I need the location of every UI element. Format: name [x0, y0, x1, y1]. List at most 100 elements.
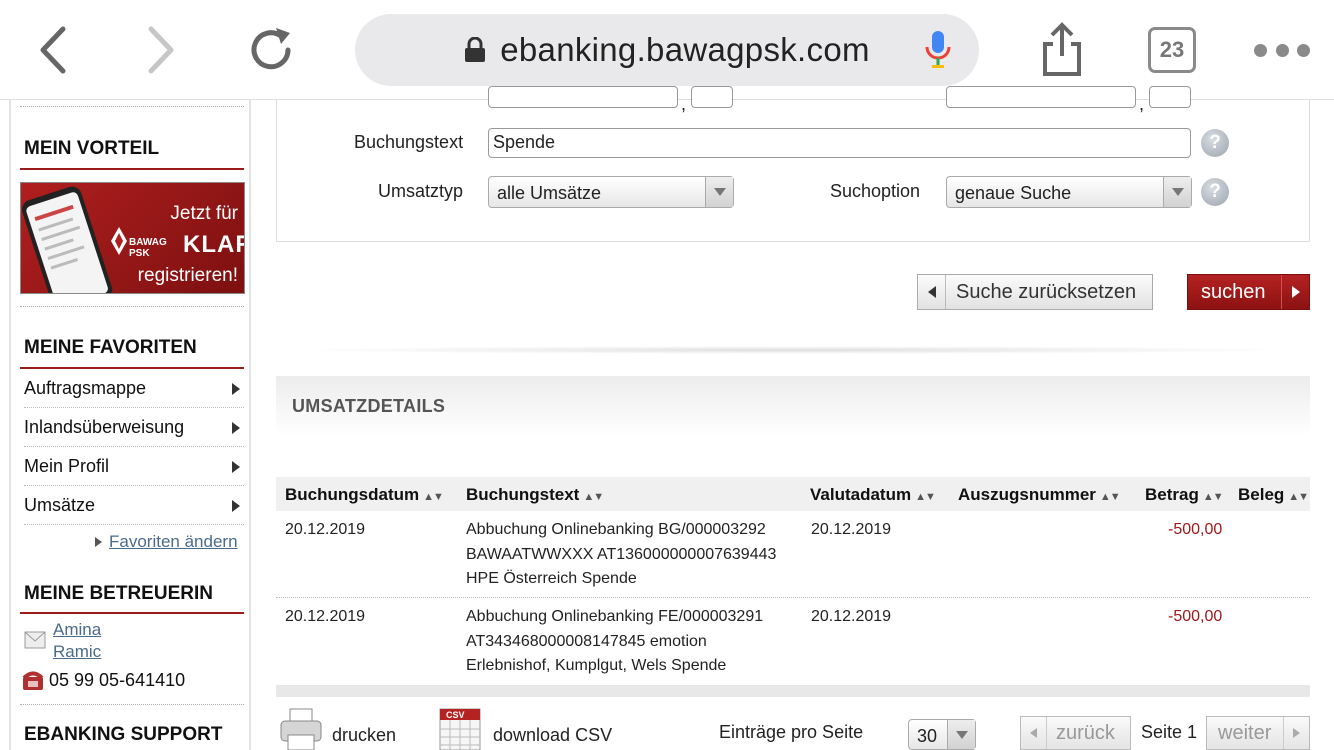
share-button[interactable] [1034, 22, 1090, 78]
chevron-down-icon [705, 177, 733, 207]
banner-brand: BAWAG PSK [129, 237, 167, 259]
sort-icon[interactable]: ▲▼ [1203, 491, 1224, 503]
buchungstext-label: Buchungstext [354, 132, 464, 152]
cell-buchungstext-line3: Erlebnishof, Kumplgut, Wels Spende [466, 657, 727, 674]
reload-button[interactable] [243, 22, 299, 78]
favorite-label: Mein Profil [24, 456, 110, 476]
favorite-inlandsueberweisung[interactable]: Inlandsüberweisung [24, 409, 244, 447]
column-buchungstext[interactable]: Buchungstext ▲▼ [466, 485, 604, 505]
betreuerin-last-name-link[interactable]: Ramic [53, 642, 101, 662]
column-label: Buchungstext [466, 485, 580, 504]
chevron-down-icon [947, 720, 975, 749]
table-header: Buchungsdatum ▲▼ Buchungstext ▲▼ Valutadat… [276, 477, 1310, 511]
banner-line2: registrieren! [137, 265, 238, 286]
next-page-button[interactable]: weiter [1206, 716, 1310, 750]
microphone-icon[interactable] [923, 30, 953, 70]
divider [20, 106, 244, 107]
print-button[interactable]: drucken [278, 707, 398, 750]
entries-per-page-label: Einträge pro Seite [719, 722, 864, 742]
phone-illustration [22, 186, 113, 293]
cell-buchungstext-line2: AT343468000008147845 emotion [466, 633, 707, 650]
umsatztyp-value: alle Umsätze [497, 183, 602, 203]
entries-per-page-select[interactable]: 30 [908, 719, 976, 750]
meine-favoriten-title: MEINE FAVORITEN [24, 337, 197, 358]
cell-buchungstext-line1: Abbuchung Onlinebanking BG/000003292 [466, 521, 766, 538]
amount-from-input[interactable] [488, 86, 678, 108]
more-menu-icon[interactable] [1254, 40, 1310, 60]
favoriten-aendern-text: Favoriten ändern [109, 532, 238, 551]
print-label: drucken [332, 725, 397, 745]
comma-separator: , [1139, 94, 1145, 114]
cell-buchungstext-line3: HPE Österreich Spende [466, 570, 637, 587]
envelope-icon[interactable] [24, 631, 46, 649]
umsatztyp-label: Umsatztyp [378, 181, 464, 201]
csv-icon-text: CSV [446, 710, 465, 720]
reload-icon [251, 28, 291, 70]
search-button[interactable]: suchen [1187, 274, 1310, 310]
column-valutadatum[interactable]: Valutadatum ▲▼ [810, 485, 936, 505]
amount-to-input[interactable] [946, 86, 1136, 108]
back-button[interactable] [25, 22, 81, 78]
previous-page-button[interactable]: zurück [1020, 716, 1131, 750]
column-betrag[interactable]: Betrag ▲▼ [1145, 485, 1224, 505]
sort-icon[interactable]: ▲▼ [583, 491, 604, 503]
column-auszugsnummer[interactable]: Auszugsnummer ▲▼ [958, 485, 1121, 505]
download-csv-button[interactable]: CSV download CSV [438, 707, 618, 750]
cell-buchungsdatum: 20.12.2019 [285, 521, 366, 538]
help-icon[interactable]: ? [1201, 129, 1229, 157]
browser-toolbar: ebanking.bawagpsk.com 23 [0, 0, 1334, 100]
reset-search-label: Suche zurücksetzen [956, 280, 1137, 303]
favorite-mein-profil[interactable]: Mein Profil [24, 448, 244, 486]
help-icon[interactable]: ? [1201, 178, 1229, 206]
cell-buchungstext-line2: BAWAATWWXXX AT136000000007639443 [466, 546, 777, 563]
column-buchungsdatum[interactable]: Buchungsdatum ▲▼ [285, 485, 444, 505]
suchoption-label: Suchoption [830, 181, 921, 201]
umsatztyp-select[interactable]: alle Umsätze [488, 176, 734, 208]
amount-from-cents-input[interactable] [691, 86, 733, 108]
page-indicator: Seite 1 [1141, 722, 1198, 742]
cell-buchungstext-line1: Abbuchung Onlinebanking FE/000003291 [466, 608, 764, 625]
column-beleg[interactable]: Beleg ▲▼ [1238, 485, 1309, 505]
sort-icon[interactable]: ▲▼ [423, 491, 444, 503]
column-label: Beleg [1238, 485, 1285, 504]
cell-valutadatum: 20.12.2019 [811, 608, 892, 625]
triangle-right-icon [232, 421, 240, 434]
sort-icon[interactable]: ▲▼ [1288, 491, 1309, 503]
table-footer-band [276, 685, 1310, 697]
meine-betreuerin-title: MEINE BETREUERIN [24, 583, 213, 604]
tabs-count-button[interactable]: 23 [1148, 27, 1196, 73]
triangle-right-icon [95, 537, 102, 547]
section-underline [20, 168, 244, 170]
triangle-left-icon [918, 275, 946, 309]
favorite-auftragsmappe[interactable]: Auftragsmappe [24, 370, 244, 408]
previous-page-label: zurück [1056, 721, 1115, 744]
triangle-right-icon [232, 460, 240, 473]
amount-to-cents-input[interactable] [1149, 86, 1191, 108]
entries-per-page-value: 30 [917, 726, 938, 746]
betreuerin-first-name-link[interactable]: Amina [53, 620, 101, 640]
favorite-label: Inlandsüberweisung [24, 417, 185, 437]
favoriten-aendern-link[interactable]: Favoriten ändern [95, 532, 238, 552]
bawag-logo-icon [111, 227, 127, 255]
ebanking-support-title: EBANKING SUPPORT [24, 724, 223, 745]
suchoption-value: genaue Suche [955, 183, 1072, 203]
sort-icon[interactable]: ▲▼ [915, 491, 936, 503]
search-form: , , Buchungstext Spende ? Umsatztyp alle… [276, 86, 1310, 242]
triangle-right-icon [1283, 717, 1309, 749]
column-label: Auszugsnummer [958, 485, 1096, 504]
suchoption-select[interactable]: genaue Suche [946, 176, 1192, 208]
chevron-down-icon [1163, 177, 1191, 207]
forward-button[interactable] [133, 22, 189, 78]
favorite-umsaetze[interactable]: Umsätze [24, 487, 244, 525]
reset-search-button[interactable]: Suche zurücksetzen [917, 274, 1153, 310]
cell-buchungsdatum: 20.12.2019 [285, 608, 366, 625]
phone-icon [22, 671, 44, 690]
chevron-right-icon [148, 26, 174, 74]
address-bar[interactable]: ebanking.bawagpsk.com [355, 14, 979, 86]
buchungstext-input[interactable]: Spende [488, 128, 1191, 158]
klar-promo-banner[interactable]: Jetzt für BAWAG PSK KLAR registrieren! [20, 182, 245, 294]
umsatzdetails-title: UMSATZDETAILS [292, 396, 446, 416]
sidebar: MEIN VORTEIL Jetzt für BAWAG PSK KLAR re… [9, 100, 251, 750]
printer-icon [280, 708, 322, 750]
sort-icon[interactable]: ▲▼ [1100, 491, 1121, 503]
